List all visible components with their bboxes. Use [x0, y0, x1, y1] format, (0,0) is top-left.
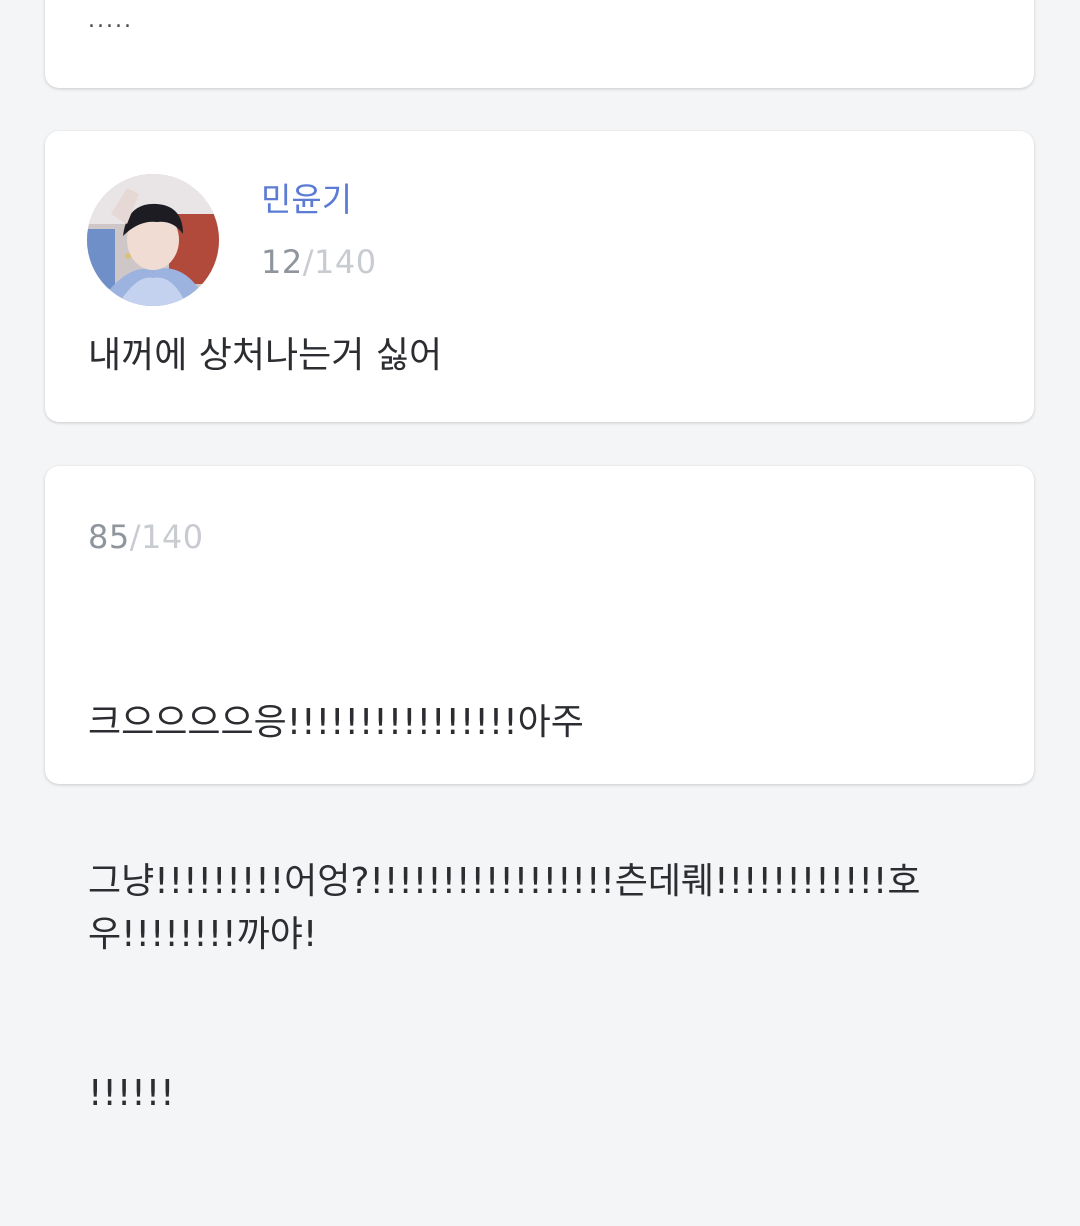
post-card[interactable]: 민윤기 12/140 내꺼에 상처나는거 싫어: [45, 131, 1034, 422]
counter-max: 140: [141, 518, 204, 556]
counter-separator: /: [302, 243, 314, 281]
avatar[interactable]: [87, 174, 219, 306]
counter-separator: /: [129, 518, 141, 556]
counter-used: 12: [261, 243, 303, 281]
post-card[interactable]: 85/140 크으으으으응!!!!!!!!!!!!!!!!아주 그냥!!!!!!…: [45, 466, 1034, 1114]
counter-max: 140: [314, 243, 377, 281]
counter-used: 85: [88, 518, 130, 556]
post-body-line: !!!!!!: [88, 1073, 175, 1114]
profile-photo: [87, 174, 219, 306]
post-body: 크으으으으응!!!!!!!!!!!!!!!!아주 그냥!!!!!!!!!어엉?!…: [88, 590, 1008, 1226]
author-name[interactable]: 민윤기: [261, 173, 352, 221]
post-body-line: 그냥!!!!!!!!!어엉?!!!!!!!!!!!!!!!!!츤데뤠!!!!!!…: [88, 861, 921, 955]
post-body-line: 크으으으으응!!!!!!!!!!!!!!!!아주: [88, 702, 584, 743]
post-body: .....: [88, 8, 133, 33]
post-card[interactable]: .....: [45, 0, 1034, 88]
character-counter: 85/140: [88, 518, 204, 556]
post-body: 내꺼에 상처나는거 싫어: [88, 335, 443, 376]
character-counter: 12/140: [261, 243, 377, 281]
